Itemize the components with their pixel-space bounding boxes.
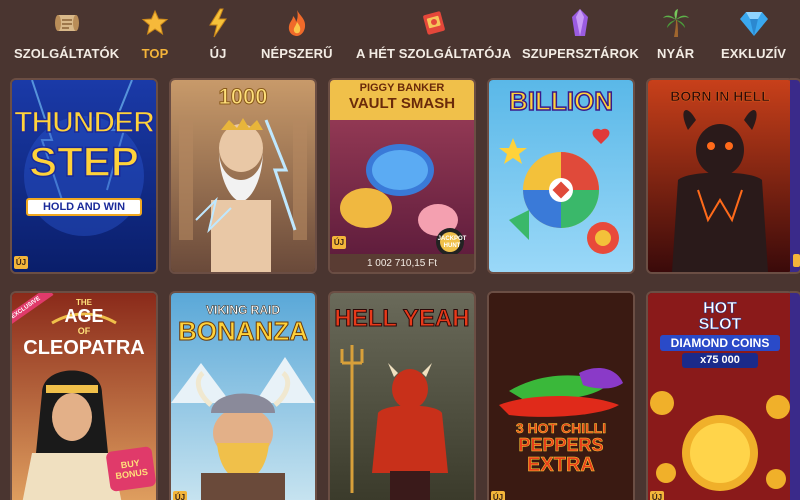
- nav-label: SZUPERSZTÁROK: [522, 46, 639, 61]
- game-title: BORN IN HELL: [670, 88, 770, 105]
- nav-item-top[interactable]: TOP: [140, 8, 170, 72]
- game-tile-viking-raid-bonanza[interactable]: VIKING RAID BONANZA ÚJ: [169, 291, 317, 500]
- game-title-line: VIKING RAID: [205, 303, 281, 318]
- palm-tree-icon: [661, 8, 691, 38]
- game-title-line: PIGGY BANKER: [359, 82, 445, 94]
- nav-item-summer[interactable]: NYÁR: [657, 8, 694, 72]
- game-title: 3 HOT CHILLI PEPPERS EXTRA: [489, 421, 633, 476]
- new-badge: ÚJ: [14, 256, 28, 269]
- game-title-line: THUNDER: [13, 105, 155, 140]
- game-title-line: VAULT SMASH: [348, 95, 456, 112]
- game-grid: THUNDER STEP HOLD AND WIN ÚJ 1000 PIGGY …: [0, 78, 800, 500]
- fire-icon: [282, 8, 312, 38]
- nav-label: EXKLUZÍV: [721, 46, 787, 61]
- game-tile-partial[interactable]: [790, 291, 800, 500]
- game-title-line: PEPPERS: [518, 434, 604, 455]
- max-multiplier: x75 000: [682, 353, 758, 368]
- nav-item-provider-of-week[interactable]: A HÉT SZOLGÁLTATÓJA: [356, 8, 511, 72]
- game-tile-partial[interactable]: [790, 78, 800, 274]
- nav-item-popular[interactable]: NÉPSZERŰ: [261, 8, 333, 72]
- buy-bonus-badge: BUY BONUS: [105, 445, 156, 493]
- game-title-line: CLEOPATRA: [23, 337, 145, 359]
- star-icon: [140, 8, 170, 38]
- game-title: HELL YEAH: [334, 305, 470, 333]
- jackpot-hunt-logo: JACKPOT HUNT: [437, 236, 467, 249]
- game-title-line: BONANZA: [178, 316, 309, 346]
- game-title-line: EXTRA: [527, 453, 595, 476]
- game-title-line: 3 HOT CHILLI: [515, 420, 607, 436]
- game-tile-piggy-banker[interactable]: PIGGY BANKER VAULT SMASH JACKPOT HUNT ÚJ…: [328, 78, 476, 274]
- nav-item-superstars[interactable]: SZUPERSZTÁROK: [522, 8, 639, 72]
- nav-label: NYÁR: [657, 46, 695, 61]
- scroll-icon: [52, 8, 82, 38]
- game-title-line: SLOT: [698, 316, 742, 333]
- game-title-line: HOT: [703, 300, 737, 317]
- nav-label: A HÉT SZOLGÁLTATÓJA: [356, 46, 512, 61]
- game-tile-billion[interactable]: BILLION: [487, 78, 635, 274]
- new-badge: ÚJ: [332, 236, 346, 249]
- game-tile-hot-slot-diamond-coins[interactable]: HOT SLOT DIAMOND COINS x75 000 ÚJ: [646, 291, 794, 500]
- nav-item-new[interactable]: ÚJ: [203, 8, 233, 72]
- ticket-icon: [419, 8, 449, 38]
- game-title: HOT SLOT DIAMOND COINS x75 000: [648, 300, 792, 368]
- diamond-icon: [739, 8, 769, 38]
- nav-label: TOP: [141, 46, 169, 61]
- game-tile-zeus-1000[interactable]: 1000: [169, 78, 317, 274]
- game-title: THE AGE OF CLEOPATRA: [12, 299, 156, 359]
- game-title-line: DIAMOND COINS: [660, 335, 780, 351]
- lightning-icon: [203, 8, 233, 38]
- game-title: BILLION: [508, 85, 614, 117]
- game-tile-thunder-step[interactable]: THUNDER STEP HOLD AND WIN ÚJ: [10, 78, 158, 274]
- new-badge: ÚJ: [173, 491, 187, 500]
- game-tile-3-hot-chilli-peppers-extra[interactable]: 3 HOT CHILLI PEPPERS EXTRA ÚJ: [487, 291, 635, 500]
- category-nav: SZOLGÁLTATÓK TOP ÚJ NÉPSZERŰ A HÉT SZOLG…: [0, 0, 800, 78]
- crystal-icon: [565, 8, 595, 38]
- nav-item-exclusive[interactable]: EXKLUZÍV: [721, 8, 786, 72]
- game-title: 1000: [218, 84, 268, 110]
- game-tile-age-of-cleopatra[interactable]: EXCLUSIVE THE AGE OF CLEOPATRA BUY BONUS: [10, 291, 158, 500]
- nav-item-providers[interactable]: SZOLGÁLTATÓK: [14, 8, 119, 72]
- game-title-line: STEP: [28, 138, 139, 185]
- game-title-line: OF: [77, 326, 91, 336]
- game-title: PIGGY BANKER VAULT SMASH: [330, 82, 474, 113]
- new-badge: ÚJ: [491, 491, 505, 500]
- new-badge: [793, 254, 800, 267]
- game-tile-born-in-hell[interactable]: BORN IN HELL: [646, 78, 794, 274]
- game-tile-hell-yeah[interactable]: HELL YEAH: [328, 291, 476, 500]
- game-title: THUNDER STEP: [12, 105, 156, 185]
- new-badge: ÚJ: [650, 491, 664, 500]
- nav-label: ÚJ: [209, 46, 227, 61]
- nav-label: NÉPSZERŰ: [261, 46, 333, 61]
- jackpot-amount: 1 002 710,15 Ft: [330, 254, 474, 272]
- nav-label: SZOLGÁLTATÓK: [14, 46, 120, 61]
- game-subtitle: HOLD AND WIN: [26, 198, 142, 216]
- game-title-line: AGE: [64, 306, 104, 326]
- game-title: VIKING RAID BONANZA: [171, 303, 315, 346]
